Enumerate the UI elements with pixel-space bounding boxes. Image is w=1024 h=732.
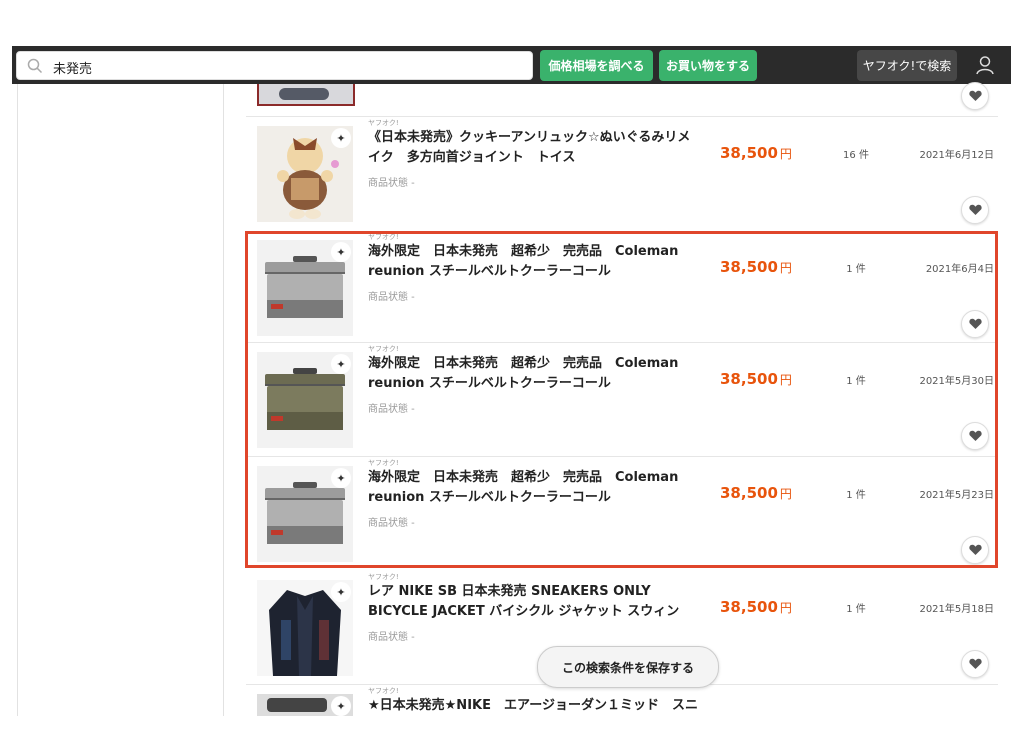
listing-price: 38,500 円 bbox=[720, 598, 792, 616]
item-condition: 商品状態 - bbox=[368, 292, 415, 303]
bid-count: 1 件 bbox=[846, 604, 866, 615]
product-thumbnail[interactable]: ✦ bbox=[257, 694, 353, 716]
price-check-button[interactable]: 価格相場を調べる bbox=[540, 50, 653, 81]
listing-date: 2021年6月12日 bbox=[919, 150, 994, 161]
source-label: ヤフオク! bbox=[368, 345, 399, 353]
listing-date: 2021年6月4日 bbox=[925, 264, 994, 275]
shop-button[interactable]: お買い物をする bbox=[659, 50, 757, 81]
listing-title[interactable]: 《日本未発売》クッキーアンリュック☆ぬいぐるみリメイク 多方向首ジョイント トイ… bbox=[368, 128, 698, 168]
listing-row[interactable]: ✦ ヤフオク! 《日本未発売》クッキーアンリュック☆ぬいぐるみリメイク 多方向首… bbox=[246, 118, 998, 232]
search-input[interactable] bbox=[51, 55, 525, 79]
shop-badge-icon: ✦ bbox=[331, 582, 351, 602]
product-thumbnail[interactable]: ✦ bbox=[257, 240, 353, 336]
shop-badge-icon: ✦ bbox=[331, 128, 351, 148]
shop-badge-icon: ✦ bbox=[331, 696, 351, 716]
heart-icon bbox=[968, 318, 982, 329]
source-label: ヤフオク! bbox=[368, 687, 399, 695]
bid-count: 1 件 bbox=[846, 264, 866, 275]
heart-icon bbox=[968, 544, 982, 555]
bid-count: 1 件 bbox=[846, 490, 866, 501]
listing-date: 2021年5月18日 bbox=[919, 604, 994, 615]
search-icon bbox=[27, 58, 43, 74]
row-divider bbox=[246, 342, 998, 343]
item-condition: 商品状態 - bbox=[368, 178, 415, 189]
listing-row[interactable]: ✦ ヤフオク! 海外限定 日本未発売 超希少 完売品 Coleman reuni… bbox=[246, 232, 998, 346]
heart-icon bbox=[968, 204, 982, 215]
listing-price: 38,500 円 bbox=[720, 258, 792, 276]
product-thumbnail[interactable]: ✦ bbox=[257, 352, 353, 448]
bid-count: 1 件 bbox=[846, 376, 866, 387]
row-divider bbox=[246, 456, 998, 457]
listing-price: 38,500 円 bbox=[720, 144, 792, 162]
listing-title[interactable]: 海外限定 日本未発売 超希少 完売品 Coleman reunion スチールベ… bbox=[368, 242, 698, 282]
source-label: ヤフオク! bbox=[368, 119, 399, 127]
source-label: ヤフオク! bbox=[368, 459, 399, 467]
listing-date: 2021年5月23日 bbox=[919, 490, 994, 501]
listing-title[interactable]: 海外限定 日本未発売 超希少 完売品 Coleman reunion スチールベ… bbox=[368, 468, 698, 508]
favorite-button[interactable] bbox=[961, 82, 989, 110]
heart-icon bbox=[968, 430, 982, 441]
item-condition: 商品状態 - bbox=[368, 404, 415, 415]
source-label: ヤフオク! bbox=[368, 233, 399, 241]
item-condition: 商品状態 - bbox=[368, 632, 415, 643]
favorite-button[interactable] bbox=[961, 536, 989, 564]
listing-price: 38,500 円 bbox=[720, 484, 792, 502]
item-condition: 商品状態 - bbox=[368, 518, 415, 529]
listing-price: 38,500 円 bbox=[720, 370, 792, 388]
sidebar-divider bbox=[223, 84, 224, 716]
shop-badge-icon: ✦ bbox=[331, 242, 351, 262]
partial-top-item bbox=[257, 84, 355, 106]
favorite-button[interactable] bbox=[961, 196, 989, 224]
listing-title[interactable]: 海外限定 日本未発売 超希少 完売品 Coleman reunion スチールベ… bbox=[368, 354, 698, 394]
heart-icon bbox=[968, 658, 982, 669]
yahoo-search-button[interactable]: ヤフオク!で検索 bbox=[857, 50, 957, 81]
favorite-button[interactable] bbox=[961, 422, 989, 450]
listing-title[interactable]: レア NIKE SB 日本未発売 SNEAKERS ONLY BICYCLE J… bbox=[368, 582, 698, 622]
listing-row[interactable]: ✦ ヤフオク! 海外限定 日本未発売 超希少 完売品 Coleman reuni… bbox=[246, 344, 998, 458]
product-thumbnail[interactable]: ✦ bbox=[257, 466, 353, 562]
save-search-button[interactable]: この検索条件を保存する bbox=[537, 646, 719, 688]
user-icon[interactable] bbox=[974, 54, 996, 76]
favorite-button[interactable] bbox=[961, 650, 989, 678]
bid-count: 16 件 bbox=[843, 150, 869, 161]
listing-date: 2021年5月30日 bbox=[919, 376, 994, 387]
shop-badge-icon: ✦ bbox=[331, 354, 351, 374]
shop-badge-icon: ✦ bbox=[331, 468, 351, 488]
listing-row[interactable]: ✦ ヤフオク! 海外限定 日本未発売 超希少 完売品 Coleman reuni… bbox=[246, 458, 998, 572]
product-thumbnail[interactable]: ✦ bbox=[257, 126, 353, 222]
search-box[interactable] bbox=[16, 51, 533, 80]
heart-icon bbox=[968, 90, 982, 101]
listing-row[interactable]: ✦ ヤフオク! ★日本未発売★NIKE エアージョーダン１ミッド スニ bbox=[246, 686, 998, 716]
favorite-button[interactable] bbox=[961, 310, 989, 338]
row-divider bbox=[246, 116, 998, 117]
product-thumbnail[interactable]: ✦ bbox=[257, 580, 353, 676]
listing-title[interactable]: ★日本未発売★NIKE エアージョーダン１ミッド スニ bbox=[368, 696, 698, 716]
left-border bbox=[17, 84, 18, 716]
source-label: ヤフオク! bbox=[368, 573, 399, 581]
